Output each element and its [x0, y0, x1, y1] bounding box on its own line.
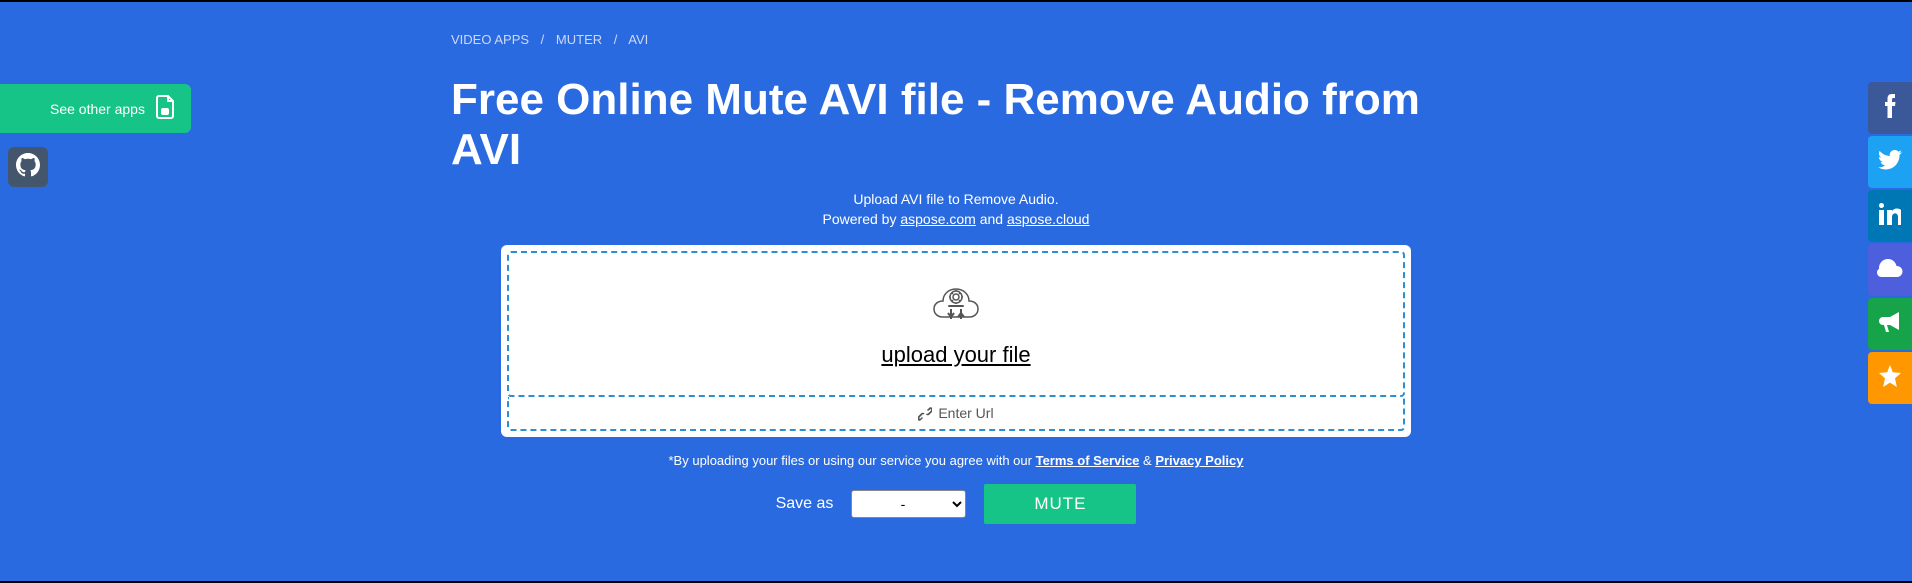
upload-cloud-icon	[931, 281, 981, 330]
github-button[interactable]	[8, 147, 48, 187]
facebook-button[interactable]	[1868, 82, 1912, 134]
cloud-icon	[1877, 259, 1903, 282]
star-button[interactable]	[1868, 352, 1912, 404]
page-title: Free Online Mute AVI file - Remove Audio…	[451, 75, 1461, 175]
linkedin-button[interactable]	[1868, 190, 1912, 242]
breadcrumb: VIDEO APPS / MUTER / AVI	[451, 32, 1461, 47]
breadcrumb-videoapps[interactable]: VIDEO APPS	[451, 32, 529, 47]
breadcrumb-muter[interactable]: MUTER	[556, 32, 602, 47]
github-icon	[16, 153, 40, 182]
mute-button[interactable]: MUTE	[984, 484, 1136, 524]
upload-file-link[interactable]: upload your file	[881, 342, 1030, 368]
saveas-label: Save as	[776, 495, 834, 513]
file-drop-area[interactable]: upload your file	[507, 251, 1405, 397]
enter-url-label: Enter Url	[938, 405, 993, 421]
cloud-button[interactable]	[1868, 244, 1912, 296]
social-sidebar	[1868, 82, 1912, 406]
powered-by: Powered by aspose.com and aspose.cloud	[451, 211, 1461, 227]
breadcrumb-avi[interactable]: AVI	[628, 32, 648, 47]
document-icon	[155, 94, 177, 123]
enter-url-button[interactable]: Enter Url	[507, 397, 1405, 431]
saveas-select[interactable]: -	[851, 490, 966, 518]
aspose-com-link[interactable]: aspose.com	[900, 211, 975, 227]
see-other-apps-label: See other apps	[50, 101, 145, 117]
promo-button[interactable]	[1868, 298, 1912, 350]
twitter-icon	[1878, 150, 1902, 175]
agree-text: *By uploading your files or using our se…	[451, 453, 1461, 468]
breadcrumb-sep: /	[614, 32, 618, 47]
subtitle: Upload AVI file to Remove Audio.	[451, 191, 1461, 207]
star-icon	[1879, 365, 1901, 392]
twitter-button[interactable]	[1868, 136, 1912, 188]
tos-link[interactable]: Terms of Service	[1036, 453, 1140, 468]
action-row: Save as - MUTE	[451, 484, 1461, 524]
facebook-icon	[1884, 94, 1896, 123]
linkedin-icon	[1879, 203, 1901, 230]
upload-box: upload your file Enter Url	[501, 245, 1411, 437]
aspose-cloud-link[interactable]: aspose.cloud	[1007, 211, 1090, 227]
bullhorn-icon	[1879, 312, 1901, 337]
see-other-apps-button[interactable]: See other apps	[0, 84, 191, 133]
link-icon	[918, 405, 938, 421]
breadcrumb-sep: /	[541, 32, 545, 47]
privacy-link[interactable]: Privacy Policy	[1155, 453, 1243, 468]
